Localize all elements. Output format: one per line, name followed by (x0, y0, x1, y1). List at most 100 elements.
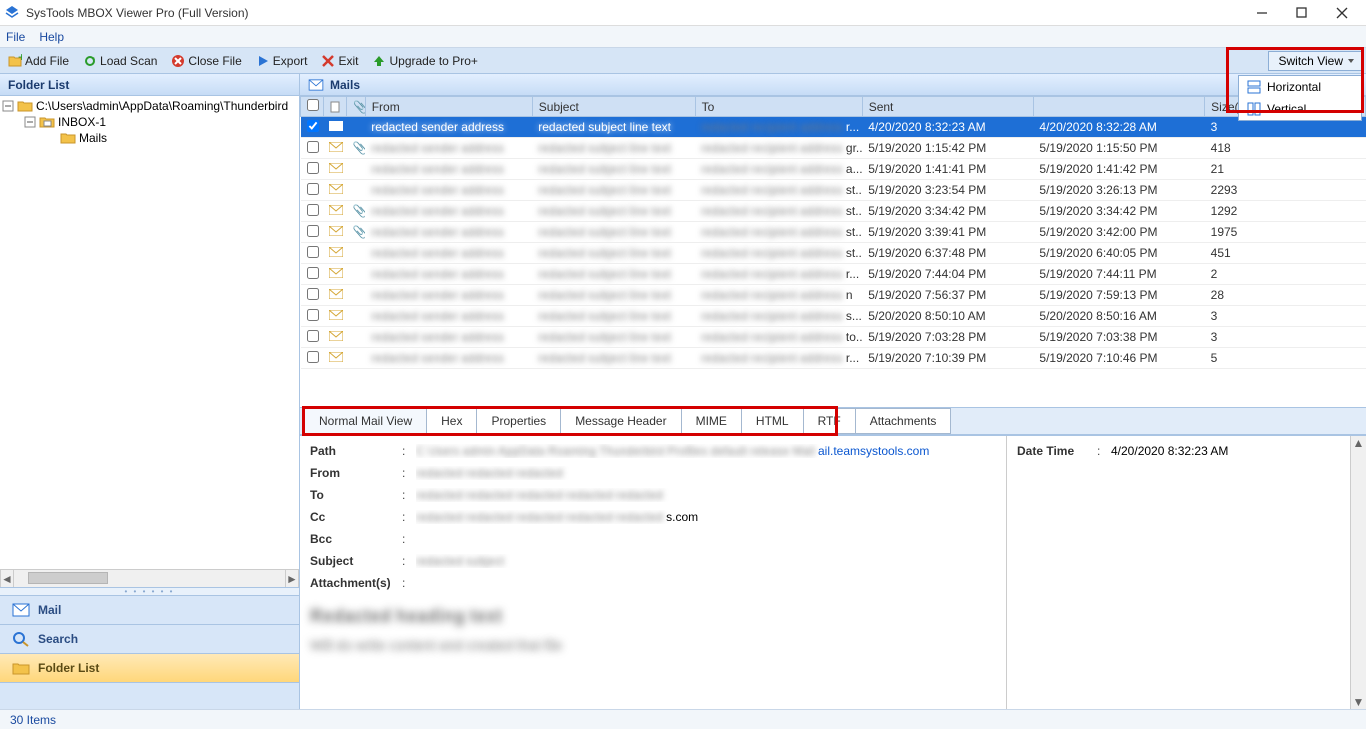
minimize-button[interactable] (1242, 2, 1282, 24)
row-checkbox-cell[interactable] (301, 138, 324, 159)
row-checkbox-cell[interactable] (301, 222, 324, 243)
row-to: redacted recipient address n (695, 285, 862, 306)
switch-view-horizontal[interactable]: Horizontal (1239, 76, 1361, 98)
table-row[interactable]: redacted sender addressredacted subject … (301, 159, 1366, 180)
load-scan-button[interactable]: Load Scan (79, 52, 161, 70)
col-attachment-header[interactable]: 📎 (346, 97, 365, 117)
close-file-button[interactable]: Close File (167, 52, 245, 70)
tree-row-mails[interactable]: Mails (0, 130, 299, 146)
row-checkbox[interactable] (307, 141, 319, 153)
statusbar: 30 Items (0, 709, 1366, 729)
row-checkbox[interactable] (307, 267, 319, 279)
menu-help[interactable]: Help (39, 30, 64, 44)
row-checkbox[interactable] (307, 204, 319, 216)
row-received: 5/19/2020 3:34:42 PM (1033, 201, 1204, 222)
row-checkbox-cell[interactable] (301, 348, 324, 369)
tab-hex[interactable]: Hex (426, 408, 477, 434)
menu-file[interactable]: File (6, 30, 25, 44)
row-checkbox-cell[interactable] (301, 264, 324, 285)
col-subject-header[interactable]: Subject (532, 97, 695, 117)
row-checkbox[interactable] (307, 120, 319, 132)
scroll-up-icon[interactable]: ▲ (1351, 436, 1366, 450)
switch-view-label: Switch View (1279, 54, 1343, 68)
row-attachment-cell (346, 180, 365, 201)
tab-properties[interactable]: Properties (476, 408, 561, 434)
table-row[interactable]: redacted sender addressredacted subject … (301, 348, 1366, 369)
detail-path-link[interactable]: ail.teamsystools.com (818, 444, 929, 458)
table-row[interactable]: 📎redacted sender addressredacted subject… (301, 222, 1366, 243)
row-size: 3 (1205, 306, 1366, 327)
left-nav-mail[interactable]: Mail (0, 596, 299, 625)
table-row[interactable]: redacted sender addressredacted subject … (301, 117, 1366, 138)
table-row[interactable]: redacted sender addressredacted subject … (301, 285, 1366, 306)
close-button[interactable] (1322, 2, 1362, 24)
scroll-track[interactable] (1351, 450, 1366, 695)
table-row[interactable]: 📎redacted sender addressredacted subject… (301, 138, 1366, 159)
scroll-left-icon[interactable]: ◄ (0, 570, 14, 587)
tab-attachments[interactable]: Attachments (855, 408, 952, 434)
tab-normal-mail-view[interactable]: Normal Mail View (304, 408, 427, 434)
col-to-header[interactable]: To (695, 97, 862, 117)
row-checkbox-cell[interactable] (301, 243, 324, 264)
row-checkbox-cell[interactable] (301, 159, 324, 180)
row-checkbox-cell[interactable] (301, 306, 324, 327)
exit-button[interactable]: Exit (317, 52, 362, 70)
body-line-blur: Will do write content and created that f… (310, 637, 996, 653)
horizontal-layout-icon (1247, 80, 1261, 94)
maximize-button[interactable] (1282, 2, 1322, 24)
row-checkbox[interactable] (307, 330, 319, 342)
splitter-grip[interactable]: • • • • • • (0, 587, 299, 595)
row-to: redacted recipient address st... (695, 222, 862, 243)
row-checkbox[interactable] (307, 288, 319, 300)
col-envelope-header[interactable] (323, 97, 346, 117)
col-checkbox-header[interactable] (301, 97, 324, 117)
folder-tree-hscrollbar[interactable]: ◄ ► (0, 569, 299, 587)
table-row[interactable]: redacted sender addressredacted subject … (301, 180, 1366, 201)
upgrade-button[interactable]: Upgrade to Pro+ (368, 52, 481, 70)
switch-view-button[interactable]: Switch View (1268, 51, 1362, 71)
table-row[interactable]: redacted sender addressredacted subject … (301, 327, 1366, 348)
detail-cc-label: Cc (310, 510, 402, 524)
scroll-right-icon[interactable]: ► (285, 570, 299, 587)
tree-row-inbox[interactable]: INBOX-1 (0, 114, 299, 130)
left-nav-folder-list[interactable]: Folder List (0, 654, 299, 683)
row-checkbox-cell[interactable] (301, 285, 324, 306)
tab-message-header[interactable]: Message Header (560, 408, 681, 434)
col-sent-header[interactable]: Sent (862, 97, 1033, 117)
detail-vscrollbar[interactable]: ▲ ▼ (1350, 436, 1366, 709)
row-checkbox[interactable] (307, 183, 319, 195)
folder-icon (12, 660, 30, 676)
row-checkbox-cell[interactable] (301, 117, 324, 138)
left-nav-search[interactable]: Search (0, 625, 299, 654)
folder-tree[interactable]: C:\Users\admin\AppData\Roaming\Thunderbi… (0, 96, 299, 569)
col-received-header[interactable] (1033, 97, 1204, 117)
table-row[interactable]: redacted sender addressredacted subject … (301, 306, 1366, 327)
scroll-down-icon[interactable]: ▼ (1351, 695, 1366, 709)
col-from-header[interactable]: From (365, 97, 532, 117)
row-checkbox[interactable] (307, 225, 319, 237)
select-all-checkbox[interactable] (307, 99, 319, 111)
tab-html[interactable]: HTML (741, 408, 804, 434)
row-checkbox[interactable] (307, 309, 319, 321)
export-button[interactable]: Export (252, 52, 312, 70)
scroll-thumb[interactable] (28, 572, 108, 584)
row-checkbox[interactable] (307, 246, 319, 258)
table-row[interactable]: redacted sender addressredacted subject … (301, 243, 1366, 264)
tab-rtf[interactable]: RTF (803, 408, 856, 434)
row-checkbox-cell[interactable] (301, 180, 324, 201)
tree-toggle-icon[interactable] (24, 116, 36, 128)
tree-row-root[interactable]: C:\Users\admin\AppData\Roaming\Thunderbi… (0, 98, 299, 114)
row-checkbox[interactable] (307, 162, 319, 174)
row-size: 1975 (1205, 222, 1366, 243)
table-row[interactable]: redacted sender addressredacted subject … (301, 264, 1366, 285)
row-checkbox[interactable] (307, 351, 319, 363)
row-checkbox-cell[interactable] (301, 327, 324, 348)
scroll-track[interactable] (14, 570, 285, 587)
row-attachment-cell: 📎 (346, 222, 365, 243)
row-checkbox-cell[interactable] (301, 201, 324, 222)
switch-view-vertical[interactable]: Vertical (1239, 98, 1361, 120)
tree-toggle-icon[interactable] (2, 100, 14, 112)
tab-mime[interactable]: MIME (681, 408, 742, 434)
table-row[interactable]: 📎redacted sender addressredacted subject… (301, 201, 1366, 222)
add-file-button[interactable]: + Add File (4, 52, 73, 70)
